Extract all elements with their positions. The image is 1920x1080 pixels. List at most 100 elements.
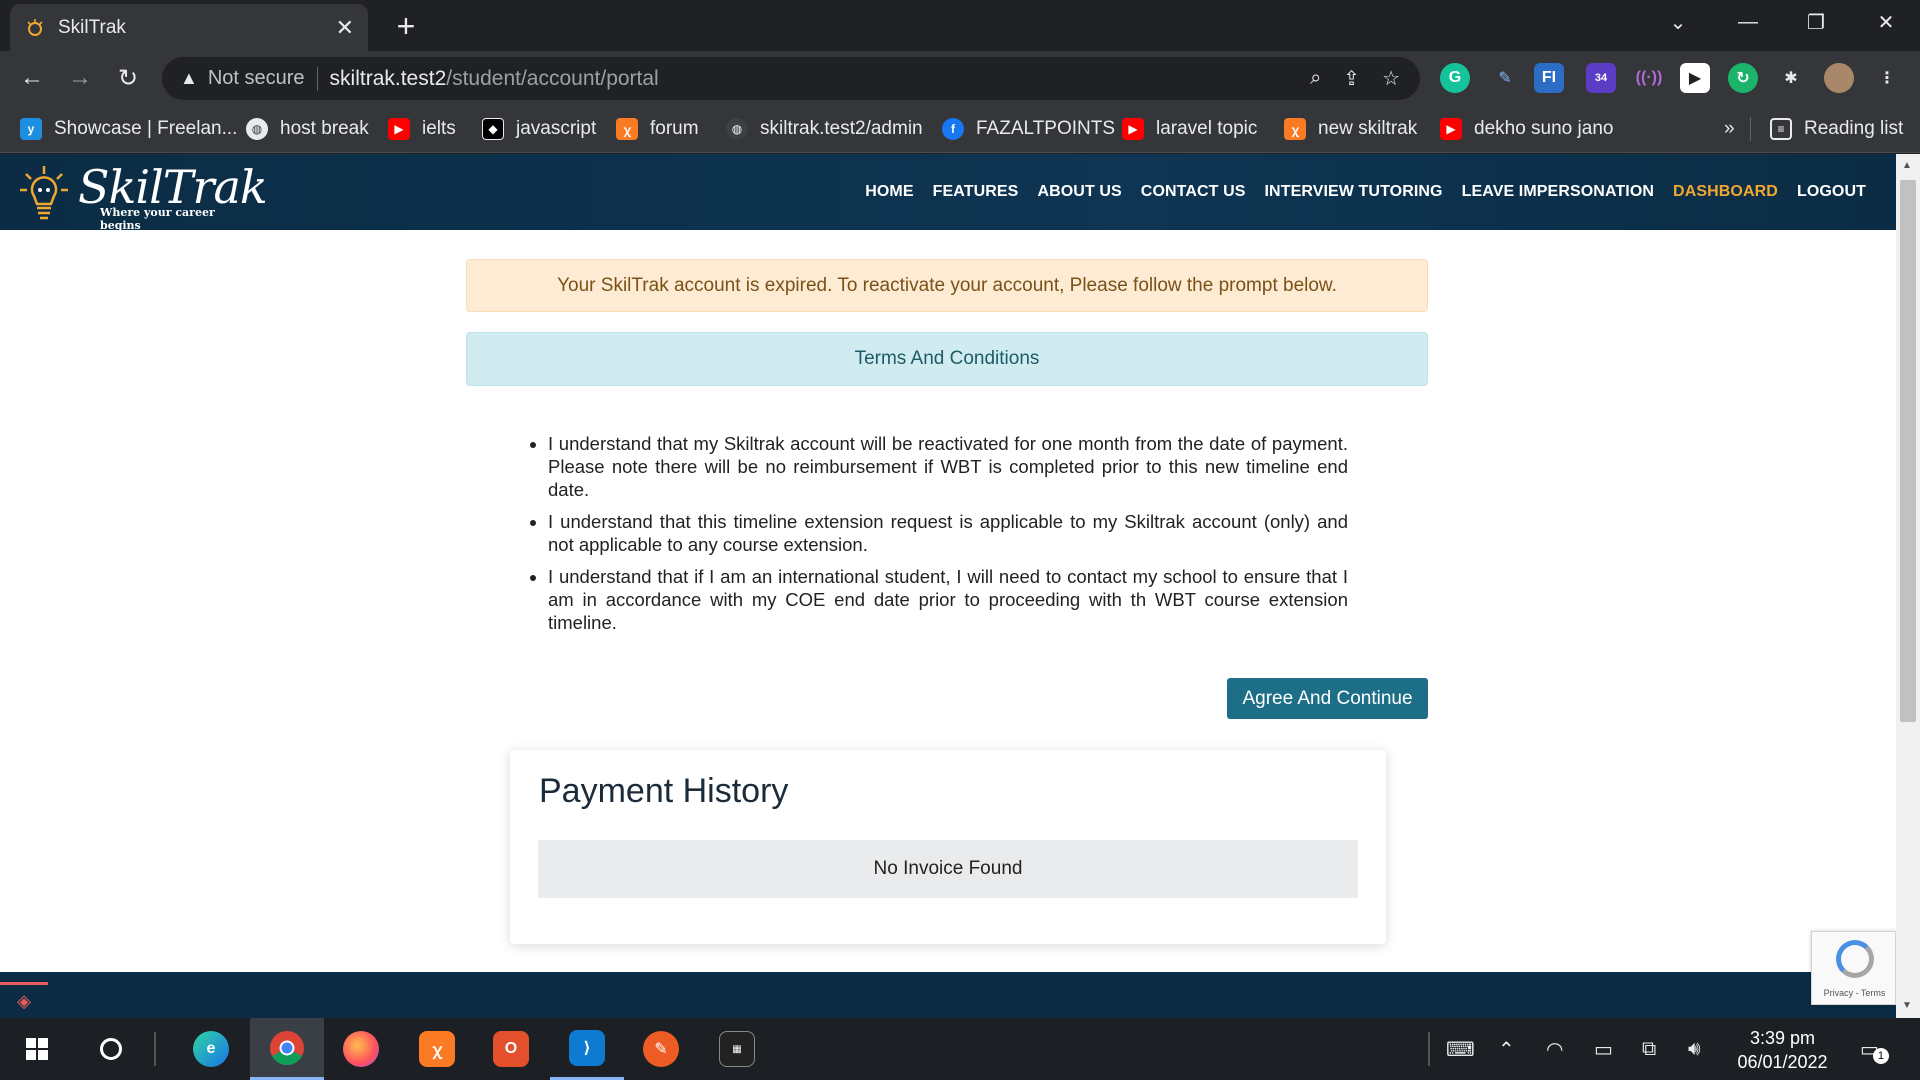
- bookmarks-bar: y Showcase | Freelan... ◍ host break ▶ ielt…: [0, 105, 1920, 153]
- terms-item: I understand that if I am an internation…: [548, 565, 1348, 634]
- skiltrak-logo[interactable]: SkilTrak Where your career begins: [18, 160, 268, 232]
- globe-icon: ◍: [726, 118, 748, 140]
- grammarly-icon[interactable]: G: [1440, 63, 1470, 93]
- recaptcha-badge[interactable]: Privacy - Terms: [1811, 931, 1896, 1005]
- url-host: skiltrak.test2: [329, 66, 447, 90]
- nav-dashboard[interactable]: DASHBOARD: [1673, 183, 1778, 201]
- xampp-icon: ꭓ: [616, 118, 638, 140]
- laravel-debugbar-icon[interactable]: ◈: [0, 982, 48, 1018]
- youtube-icon: ▶: [388, 118, 410, 140]
- bookmark-star-icon[interactable]: ☆: [1382, 66, 1400, 91]
- fi-extension-icon[interactable]: FI: [1534, 63, 1564, 93]
- taskbar-firefox[interactable]: [324, 1018, 398, 1080]
- notification-center-icon[interactable]: ▭ 1: [1860, 1018, 1889, 1080]
- window-close-icon[interactable]: ✕: [1852, 0, 1920, 44]
- terms-list: I understand that my Skiltrak account wi…: [548, 432, 1348, 643]
- taskbar-divider: [154, 1032, 156, 1066]
- reading-list-button[interactable]: ≡ Reading list: [1770, 115, 1903, 143]
- meet-icon[interactable]: ⧉: [1642, 1018, 1656, 1080]
- network-icon[interactable]: ◠: [1546, 1018, 1563, 1080]
- youtube-icon: ▶: [1122, 118, 1144, 140]
- bookmark-label: skiltrak.test2/admin: [760, 118, 923, 139]
- skiltrak-favicon-icon: [24, 17, 46, 39]
- lightbulb-logo-icon: [20, 166, 68, 220]
- tab-strip: SkilTrak ✕ + ⌄ — ❐ ✕: [0, 0, 1920, 51]
- reload-icon[interactable]: ↻: [110, 60, 146, 96]
- zoom-icon[interactable]: ⌕: [1310, 67, 1321, 90]
- browser-tab[interactable]: SkilTrak ✕: [10, 4, 368, 51]
- cortana-button[interactable]: [74, 1018, 148, 1080]
- freelancer-icon: y: [20, 118, 42, 140]
- nav-contact-us[interactable]: CONTACT US: [1141, 183, 1246, 201]
- share-icon[interactable]: ⇪: [1343, 66, 1360, 91]
- taskbar-office[interactable]: O: [474, 1018, 548, 1080]
- nav-home[interactable]: HOME: [865, 183, 913, 201]
- show-hidden-icons[interactable]: ⌃: [1498, 1018, 1515, 1080]
- bookmark-item[interactable]: ▶ ielts: [388, 115, 456, 143]
- clock-time: 3:39 pm: [1749, 1028, 1816, 1048]
- taskbar-postman[interactable]: ✎: [624, 1018, 698, 1080]
- nav-interview-tutoring[interactable]: INTERVIEW TUTORING: [1265, 183, 1443, 201]
- broadcast-extension-icon[interactable]: ((·)): [1634, 63, 1664, 93]
- extension-badge-icon[interactable]: 34: [1586, 63, 1616, 93]
- system-clock[interactable]: 3:39 pm 06/01/2022: [1720, 1026, 1845, 1074]
- nav-features[interactable]: FEATURES: [933, 183, 1019, 201]
- address-bar[interactable]: ▲ Not secure skiltrak.test2/student/acco…: [162, 57, 1420, 100]
- keyboard-icon[interactable]: ⌨: [1446, 1018, 1475, 1080]
- cortana-icon: [100, 1038, 122, 1060]
- bookmark-item[interactable]: ꭓ forum: [616, 115, 699, 143]
- agree-and-continue-button[interactable]: Agree And Continue: [1227, 678, 1428, 719]
- start-button[interactable]: [0, 1018, 74, 1080]
- forward-icon[interactable]: →: [62, 60, 98, 96]
- extensions-puzzle-icon[interactable]: ✱: [1776, 63, 1806, 93]
- bookmark-item[interactable]: ◍ skiltrak.test2/admin: [726, 115, 923, 143]
- taskbar-httrack[interactable]: ▦: [700, 1018, 774, 1080]
- taskbar-xampp[interactable]: ꭓ: [400, 1018, 474, 1080]
- taskbar-vscode[interactable]: ⟩: [550, 1018, 624, 1080]
- tab-close-icon[interactable]: ✕: [336, 15, 354, 41]
- scroll-up-icon[interactable]: ▲: [1902, 160, 1912, 171]
- bookmark-item[interactable]: ◍ host break: [246, 115, 369, 143]
- back-icon[interactable]: ←: [14, 60, 50, 96]
- video-extension-icon[interactable]: ▶: [1680, 63, 1710, 93]
- browser-menu-icon[interactable]: ⋮: [1872, 63, 1902, 93]
- refresh-extension-icon[interactable]: ↻: [1728, 63, 1758, 93]
- page-scrollbar[interactable]: ▲ ▼: [1896, 154, 1920, 1018]
- tab-title: SkilTrak: [58, 16, 126, 38]
- bookmark-item[interactable]: ◆ javascript: [482, 115, 596, 143]
- bookmarks-divider: [1750, 117, 1751, 141]
- bookmark-label: new skiltrak: [1318, 118, 1418, 139]
- bookmark-item[interactable]: f FAZALTPOINTS: [942, 115, 1115, 143]
- bookmark-item[interactable]: ꭓ new skiltrak: [1284, 115, 1417, 143]
- nav-leave-impersonation[interactable]: LEAVE IMPERSONATION: [1462, 183, 1654, 201]
- new-tab-button[interactable]: +: [388, 8, 424, 44]
- payment-history-title: Payment History: [539, 772, 789, 810]
- scroll-down-icon[interactable]: ▼: [1902, 1000, 1912, 1011]
- minimize-icon[interactable]: —: [1714, 0, 1782, 44]
- tab-search-icon[interactable]: ⌄: [1644, 0, 1712, 44]
- restore-icon[interactable]: ❐: [1782, 0, 1850, 44]
- nav-about-us[interactable]: ABOUT US: [1037, 183, 1121, 201]
- nav-logout[interactable]: LOGOUT: [1797, 183, 1866, 201]
- globe-icon: ◍: [246, 118, 268, 140]
- bookmark-item[interactable]: ▶ dekho suno jano: [1440, 115, 1613, 143]
- scrollbar-thumb[interactable]: [1900, 180, 1916, 722]
- xampp-icon: ꭓ: [419, 1031, 455, 1067]
- recaptcha-logo-icon: [1836, 940, 1874, 978]
- taskbar-edge[interactable]: e: [174, 1018, 248, 1080]
- battery-icon[interactable]: ▭: [1594, 1018, 1613, 1080]
- bookmarks-overflow-button[interactable]: »: [1724, 115, 1735, 143]
- bookmark-label: ielts: [422, 118, 456, 139]
- recaptcha-links[interactable]: Privacy - Terms: [1812, 988, 1896, 998]
- profile-avatar[interactable]: [1824, 63, 1854, 93]
- bookmark-item[interactable]: ▶ laravel topic: [1122, 115, 1257, 143]
- no-invoice-message: No Invoice Found: [538, 840, 1358, 898]
- browser-toolbar: ← → ↻ ▲ Not secure skiltrak.test2/studen…: [0, 51, 1920, 105]
- bookmark-label: laravel topic: [1156, 118, 1258, 139]
- pen-extension-icon[interactable]: ✎: [1490, 63, 1520, 93]
- bookmark-label: forum: [650, 118, 699, 139]
- taskbar-chrome[interactable]: [250, 1018, 324, 1080]
- bookmark-item[interactable]: y Showcase | Freelan...: [20, 115, 237, 143]
- volume-icon[interactable]: 🔊︎: [1688, 1018, 1701, 1080]
- warning-icon: ▲: [180, 68, 198, 88]
